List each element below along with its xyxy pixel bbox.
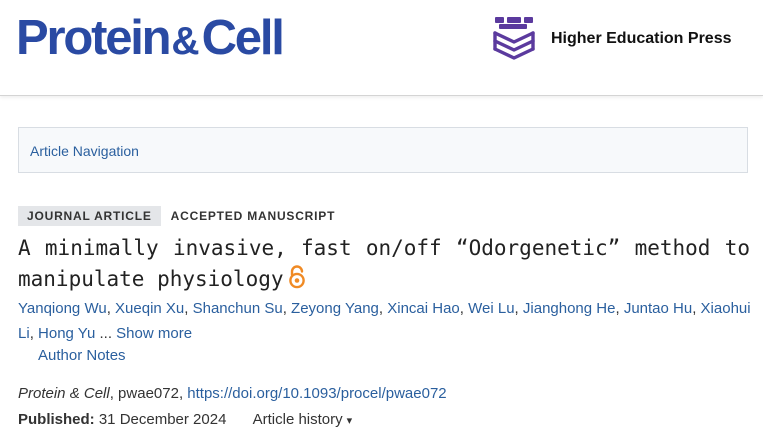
author-list: Yanqiong Wu, Xueqin Xu, Shanchun Su, Zey… (18, 300, 751, 342)
journal-name-part1: Protein (16, 11, 172, 65)
article-navigation-label: Article Navigation (30, 143, 139, 159)
doi-link[interactable]: https://doi.org/10.1093/procel/pwae072 (187, 385, 446, 402)
author-link[interactable]: Juntao Hu (624, 300, 692, 317)
author-link[interactable]: Wei Lu (468, 300, 514, 317)
author-link[interactable]: Xueqin Xu (115, 300, 184, 317)
open-access-icon (288, 265, 306, 298)
citation-journal: Protein & Cell (18, 385, 110, 402)
article-navigation-toggle[interactable]: Article Navigation (18, 127, 748, 173)
chevron-down-icon: ▾ (346, 415, 353, 427)
published-date: 31 December 2024 (98, 411, 227, 428)
author-link[interactable]: Shanchun Su (193, 300, 283, 317)
author-notes-link[interactable]: Author Notes (38, 347, 126, 364)
article-history-toggle[interactable]: Article history ▾ (253, 411, 353, 428)
manuscript-status-label: ACCEPTED MANUSCRIPT (170, 209, 336, 223)
hep-logo-icon (493, 17, 535, 60)
author-link[interactable]: Jianghong He (523, 300, 616, 317)
publication-info: Published: 31 December 2024 Article hist… (18, 411, 352, 428)
show-more-authors-link[interactable]: Show more (116, 325, 192, 342)
author-link[interactable]: Zeyong Yang (291, 300, 379, 317)
publisher-name: Higher Education Press (551, 30, 732, 47)
journal-name-part2: Cell (201, 11, 285, 65)
author-ellipsis: ... (99, 325, 112, 342)
article-tags: JOURNAL ARTICLE ACCEPTED MANUSCRIPT (18, 206, 335, 226)
publisher-logo[interactable]: Higher Education Press (489, 14, 732, 64)
citation-line: Protein & Cell, pwae072, https://doi.org… (18, 385, 447, 402)
site-header: Protein&Cell Higher Education Press (0, 0, 763, 96)
author-link[interactable]: Yanqiong Wu (18, 300, 107, 317)
author-link[interactable]: Hong Yu (38, 325, 95, 342)
citation-id: , pwae072, (109, 385, 188, 402)
published-label: Published: (18, 411, 95, 428)
article-type-badge: JOURNAL ARTICLE (18, 206, 161, 226)
article-history-label: Article history (252, 411, 343, 428)
journal-logo[interactable]: Protein&Cell (16, 8, 285, 72)
article-title: A minimally invasive, fast on/off “Odorg… (18, 233, 750, 298)
author-link[interactable]: Xincai Hao (387, 300, 460, 317)
journal-name-amp: & (171, 20, 200, 63)
article-title-text: A minimally invasive, fast on/off “Odorg… (18, 236, 750, 291)
